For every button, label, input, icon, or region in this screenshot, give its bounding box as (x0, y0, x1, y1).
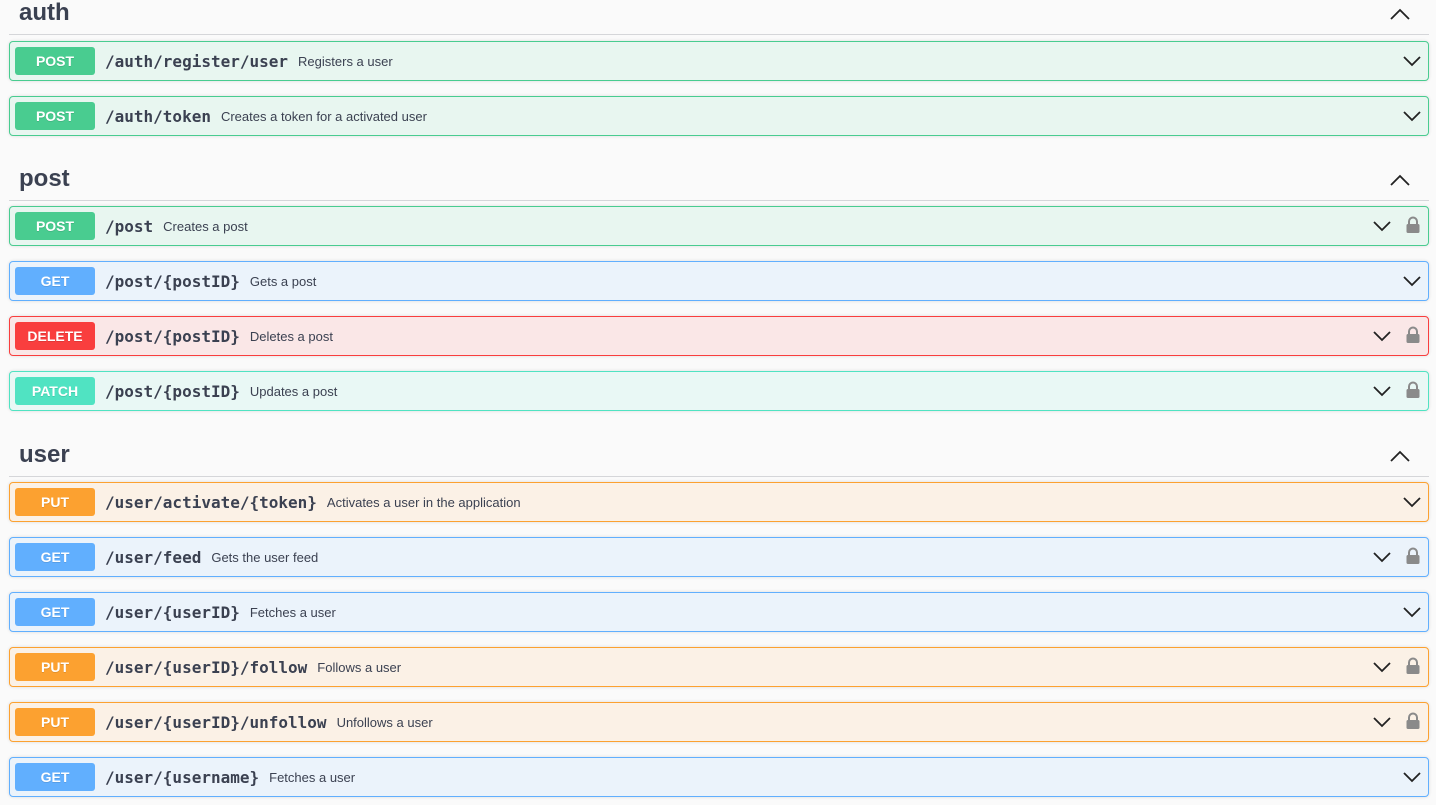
operation-path: /post/{postID} (105, 271, 240, 291)
operation-summary: Creates a token for a activated user (220, 108, 427, 124)
lock-icon[interactable] (1405, 216, 1421, 234)
method-badge: PUT (15, 708, 95, 736)
chevron-down-icon[interactable] (1402, 55, 1422, 67)
operation-summary: Gets the user feed (211, 549, 319, 565)
operation-path: /user/{username} (105, 767, 260, 787)
chevron-down-icon[interactable] (1372, 330, 1392, 342)
operation-summary: Creates a post (163, 218, 248, 234)
chevron-down-icon[interactable] (1372, 716, 1392, 728)
chevron-up-icon[interactable] (1389, 173, 1411, 187)
operation-get-user-username[interactable]: GET /user/{username} Fetches a user (9, 757, 1429, 797)
operation-path: /user/activate/{token} (105, 492, 317, 512)
operation-summary: Registers a user (298, 53, 393, 69)
method-badge: PATCH (15, 377, 95, 405)
chevron-down-icon[interactable] (1402, 606, 1422, 618)
operation-summary: Updates a post (249, 383, 338, 399)
lock-icon[interactable] (1405, 547, 1421, 565)
chevron-down-icon[interactable] (1372, 551, 1392, 563)
operation-put-user-userid-unfollow[interactable]: PUT /user/{userID}/unfollow Unfollows a … (9, 702, 1429, 742)
tag-section-auth: auth (9, 0, 1429, 35)
method-badge: PUT (15, 488, 95, 516)
method-badge: PUT (15, 653, 95, 681)
chevron-down-icon[interactable] (1402, 771, 1422, 783)
operation-summary: Activates a user in the application (326, 494, 521, 510)
tag-title: user (19, 441, 70, 468)
operation-delete-post-postid[interactable]: DELETE /post/{postID} Deletes a post (9, 316, 1429, 356)
operation-path: /user/{userID} (105, 602, 240, 622)
chevron-down-icon[interactable] (1402, 275, 1422, 287)
operation-post-auth-token[interactable]: POST /auth/token Creates a token for a a… (9, 96, 1429, 136)
chevron-down-icon[interactable] (1402, 496, 1422, 508)
operation-summary: Deletes a post (249, 328, 333, 344)
operation-summary: Gets a post (249, 273, 317, 289)
tag-title: post (19, 165, 70, 192)
operation-put-user-activate-token[interactable]: PUT /user/activate/{token} Activates a u… (9, 482, 1429, 522)
method-badge: GET (15, 598, 95, 626)
operation-summary: Fetches a user (269, 769, 356, 785)
chevron-down-icon[interactable] (1372, 385, 1392, 397)
tag-header-post[interactable]: post (9, 163, 1429, 201)
method-badge: POST (15, 47, 95, 75)
operation-get-user-userid[interactable]: GET /user/{userID} Fetches a user (9, 592, 1429, 632)
operation-path: /post/{postID} (105, 381, 240, 401)
operation-path: /post (105, 216, 154, 236)
lock-icon[interactable] (1405, 381, 1421, 399)
operation-patch-post-postid[interactable]: PATCH /post/{postID} Updates a post (9, 371, 1429, 411)
operation-summary: Follows a user (317, 659, 402, 675)
operation-path: /auth/token (105, 106, 211, 126)
tag-header-user[interactable]: user (9, 439, 1429, 477)
operation-post-auth-register-user[interactable]: POST /auth/register/user Registers a use… (9, 41, 1429, 81)
operation-path: /user/{userID}/follow (105, 657, 308, 677)
tag-section-user: user (9, 439, 1429, 477)
chevron-down-icon[interactable] (1372, 220, 1392, 232)
lock-icon[interactable] (1405, 712, 1421, 730)
swagger-operations-page: auth POST /auth/register/user Registers … (0, 0, 1436, 805)
operation-summary: Fetches a user (249, 604, 336, 620)
tag-title: auth (19, 0, 70, 26)
operation-summary: Unfollows a user (336, 714, 433, 730)
chevron-down-icon[interactable] (1402, 110, 1422, 122)
operation-path: /user/feed (105, 547, 202, 567)
method-badge: POST (15, 212, 95, 240)
operation-path: /user/{userID}/unfollow (105, 712, 327, 732)
method-badge: DELETE (15, 322, 95, 350)
operation-put-user-userid-follow[interactable]: PUT /user/{userID}/follow Follows a user (9, 647, 1429, 687)
method-badge: POST (15, 102, 95, 130)
operation-get-post-postid[interactable]: GET /post/{postID} Gets a post (9, 261, 1429, 301)
operation-get-user-feed[interactable]: GET /user/feed Gets the user feed (9, 537, 1429, 577)
chevron-down-icon[interactable] (1372, 661, 1392, 673)
lock-icon[interactable] (1405, 657, 1421, 675)
chevron-up-icon[interactable] (1389, 7, 1411, 21)
method-badge: GET (15, 267, 95, 295)
lock-icon[interactable] (1405, 326, 1421, 344)
operation-path: /auth/register/user (105, 51, 289, 71)
chevron-up-icon[interactable] (1389, 449, 1411, 463)
method-badge: GET (15, 763, 95, 791)
operation-post-post[interactable]: POST /post Creates a post (9, 206, 1429, 246)
operation-path: /post/{postID} (105, 326, 240, 346)
tag-section-post: post (9, 163, 1429, 201)
method-badge: GET (15, 543, 95, 571)
tag-header-auth[interactable]: auth (9, 0, 1429, 35)
